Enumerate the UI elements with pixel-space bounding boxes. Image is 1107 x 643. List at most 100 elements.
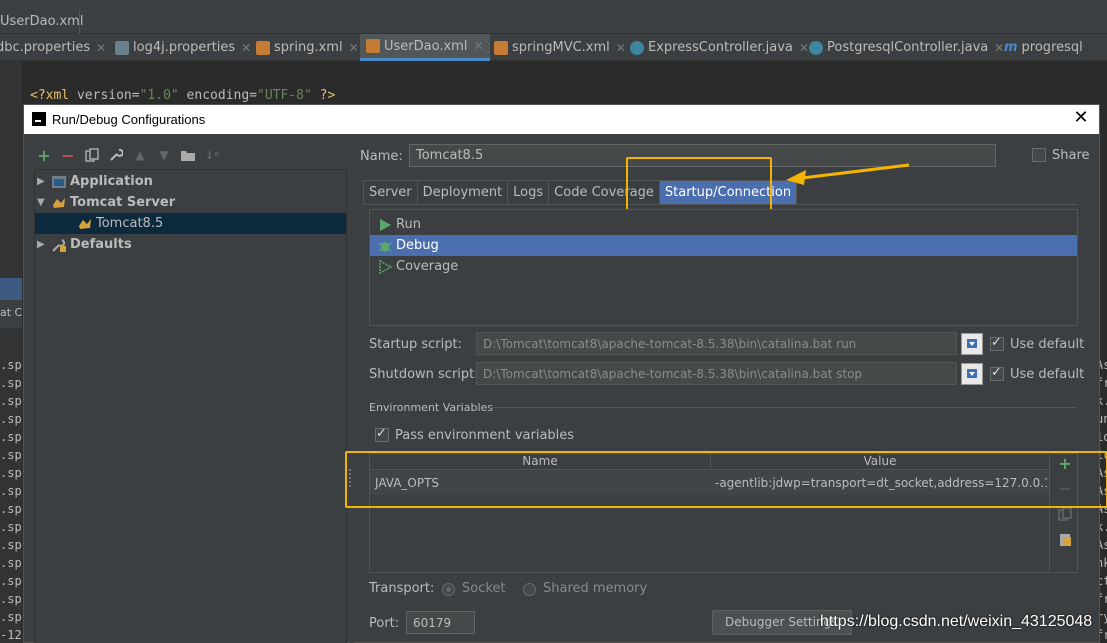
defaults-icon (51, 237, 67, 253)
shutdown-script-label: Shutdown script: (369, 367, 479, 382)
tab-logs[interactable]: Logs (507, 180, 550, 204)
folder-icon[interactable] (180, 147, 196, 163)
xml-declaration-tag: <?xml (30, 88, 70, 103)
dialog-title: Run/Debug Configurations (52, 112, 206, 127)
editor-code-line[interactable]: <?xml version="1.0" encoding="UTF-8" ?> (30, 88, 335, 103)
shutdown-use-default-checkbox[interactable] (990, 365, 1004, 381)
intellij-app-icon (32, 112, 46, 126)
close-icon[interactable]: ✕ (616, 41, 626, 55)
move-up-icon[interactable]: ▲ (132, 147, 148, 163)
console-line: .sp (0, 466, 22, 480)
startup-use-default-checkbox[interactable] (990, 335, 1004, 351)
executor-debug[interactable]: Debug (370, 235, 1077, 256)
pass-env-checkbox[interactable] (375, 426, 389, 442)
tree-item-label: Tomcat Server (70, 195, 176, 210)
console-line: .sp (0, 484, 22, 498)
copy-icon[interactable] (1057, 507, 1073, 523)
startup-browse-button[interactable] (961, 333, 983, 355)
paste-icon[interactable] (1057, 532, 1073, 548)
tab-label: spring.xml (274, 40, 343, 55)
shared-memory-label: Shared memory (543, 581, 648, 596)
env-section-divider (489, 407, 1077, 408)
socket-radio[interactable] (442, 583, 455, 596)
close-button[interactable]: ✕ (1071, 108, 1091, 128)
tree-item-label: Application (70, 174, 153, 189)
tree-item-application[interactable]: ▶ Application (37, 171, 153, 192)
shutdown-script-field[interactable]: D:\Tomcat\tomcat8\apache-tomcat-8.5.38\b… (476, 362, 957, 385)
config-toolbar: + − ▲ ▼ ↓ᵃ (36, 145, 220, 165)
editor-tab-springmvc-xml[interactable]: springMVC.xml ✕ (494, 34, 626, 61)
editor-tab-progresql[interactable]: m progresql (1004, 34, 1083, 61)
application-icon (51, 174, 67, 190)
editor-tab-dbc-properties[interactable]: dbc.properties ✕ (0, 34, 106, 61)
add-icon[interactable]: + (36, 146, 52, 165)
console-output[interactable]: .sp .sp .sp .sp .sp .sp .sp .sp .sp .sp .sp .sp .sp.… (0, 358, 22, 643)
close-icon[interactable]: ✕ (799, 41, 809, 55)
editor-tab-postgresqlcontroller[interactable]: PostgresqlController.java ✕ (809, 34, 1004, 61)
remove-icon[interactable]: − (60, 146, 76, 165)
console-line: -12 (0, 628, 22, 642)
tab-server[interactable]: Server (363, 180, 418, 204)
shared-memory-radio[interactable] (523, 583, 536, 596)
tree-item-tomcat85[interactable]: Tomcat8.5 (35, 213, 346, 234)
panel-splitter[interactable] (350, 145, 354, 643)
editor-tab-log4j-properties[interactable]: log4j.properties ✕ (115, 34, 251, 61)
tab-label: PostgresqlController.java (827, 40, 989, 55)
console-line: .sp (0, 412, 22, 426)
executor-run[interactable]: Run (370, 214, 1077, 235)
socket-label: Socket (462, 581, 506, 596)
shutdown-browse-button[interactable] (961, 363, 983, 385)
startup-script-field[interactable]: D:\Tomcat\tomcat8\apache-tomcat-8.5.38\b… (476, 332, 957, 355)
pass-env-label: Pass environment variables (395, 428, 575, 443)
move-down-icon[interactable]: ▼ (156, 147, 172, 163)
config-tree[interactable]: ▶ Application ▼ Tomcat Server Tomcat8.5 … (34, 169, 347, 643)
xml-attribute-name: encoding= (178, 88, 258, 103)
editor-tab-userdao-xml[interactable]: UserDao.xml ✕ (360, 34, 490, 61)
shutdown-use-default-label: Use default (1010, 367, 1085, 382)
executor-label: Run (396, 217, 421, 232)
tab-label: UserDao.xml (384, 38, 468, 54)
console-line: .sp (0, 574, 22, 588)
close-icon[interactable]: ✕ (241, 41, 251, 55)
bottom-tool-tab[interactable]: at Ca (0, 300, 22, 328)
tree-item-defaults[interactable]: ▶ Defaults (37, 234, 132, 255)
editor-tab-spring-xml[interactable]: spring.xml ✕ (256, 34, 359, 61)
close-icon[interactable]: ✕ (473, 39, 483, 53)
tree-item-tomcat-server[interactable]: ▼ Tomcat Server (37, 192, 175, 213)
tab-deployment[interactable]: Deployment (416, 180, 509, 204)
console-line: .sp (0, 358, 22, 372)
xml-declaration-close: ?> (311, 88, 336, 103)
sort-icon[interactable]: ↓ᵃ (204, 147, 220, 163)
coverage-icon (378, 259, 393, 274)
console-line: .sp (0, 610, 22, 624)
editor-tab-bar: dbc.properties ✕ log4j.properties ✕ spring… (0, 34, 1107, 61)
share-checkbox[interactable] (1032, 148, 1046, 162)
close-icon[interactable]: ✕ (349, 41, 359, 55)
executor-coverage[interactable]: Coverage (370, 256, 1077, 277)
console-line: .sp (0, 376, 22, 390)
collapse-arrow-icon[interactable]: ▼ (37, 197, 51, 208)
name-label: Name: (360, 149, 403, 164)
transport-label: Transport: (369, 581, 435, 596)
expand-arrow-icon[interactable]: ▶ (37, 176, 51, 187)
console-line: .sp (0, 520, 22, 534)
close-icon[interactable]: ✕ (96, 41, 106, 55)
java-class-icon (630, 40, 644, 55)
xml-attribute-value: "UTF-8" (257, 88, 312, 103)
editor-tab-expresscontroller[interactable]: ExpressController.java ✕ (630, 34, 809, 61)
breadcrumb[interactable]: UserDao.xml (0, 10, 1107, 34)
expand-arrow-icon[interactable]: ▶ (37, 239, 51, 250)
dialog-titlebar[interactable]: Run/Debug Configurations ✕ (24, 105, 1099, 134)
copy-icon[interactable] (84, 147, 100, 163)
console-line: .sp (0, 538, 22, 552)
method-icon: m (1004, 40, 1018, 55)
watermark: https://blog.csdn.net/weixin_43125048 (820, 613, 1093, 630)
wrench-icon[interactable] (108, 147, 124, 163)
executor-label: Coverage (396, 259, 459, 274)
close-icon[interactable]: ✕ (994, 41, 1004, 55)
tree-item-label: Defaults (70, 237, 132, 252)
port-label: Port: (369, 616, 400, 631)
annotation-arrow-icon (786, 163, 910, 185)
port-field[interactable]: 60179 (406, 611, 475, 634)
executor-list[interactable]: Run Debug Coverage (369, 209, 1078, 326)
